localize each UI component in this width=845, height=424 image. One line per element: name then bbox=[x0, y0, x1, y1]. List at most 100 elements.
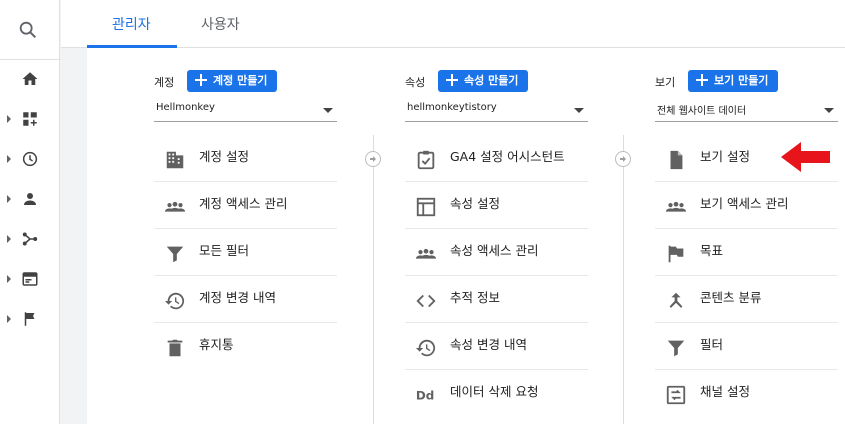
plus-icon bbox=[195, 74, 207, 86]
trash-icon bbox=[167, 339, 183, 357]
tab-admin[interactable]: 관리자 bbox=[112, 14, 151, 34]
sidebar-item-behavior[interactable] bbox=[0, 265, 60, 295]
tab-bar: 관리자 사용자 bbox=[61, 0, 845, 48]
menu-item-label: GA4 설정 어시스턴트 bbox=[450, 149, 565, 164]
account-column-header: 계정 계정 만들기 bbox=[154, 70, 354, 92]
merge-icon bbox=[669, 292, 683, 308]
people-icon bbox=[415, 248, 437, 259]
search-icon[interactable] bbox=[17, 19, 39, 41]
menu-item-label: 추적 정보 bbox=[450, 290, 500, 305]
sidebar-item-customization[interactable] bbox=[0, 105, 60, 135]
plus-icon bbox=[446, 74, 458, 86]
history-icon bbox=[415, 339, 436, 357]
sidebar-item-realtime[interactable] bbox=[0, 145, 60, 175]
plus-icon bbox=[696, 74, 708, 86]
share-icon bbox=[22, 232, 38, 246]
menu-item-label: 계정 액세스 관리 bbox=[199, 196, 288, 211]
property-column-header: 속성 속성 만들기 bbox=[405, 70, 605, 92]
property-column-label: 속성 bbox=[405, 76, 426, 89]
main-area: 관리자 사용자 계정 계정 만들기 Hellmonkey 계정 설정 계정 액세… bbox=[61, 0, 845, 424]
home-icon bbox=[22, 72, 38, 85]
layout-icon bbox=[416, 197, 436, 217]
chevron-down-icon bbox=[824, 108, 834, 113]
history-icon bbox=[164, 292, 185, 310]
menu-item-property-change-history[interactable]: 속성 변경 내역 bbox=[405, 323, 588, 370]
menu-item-tracking-info[interactable]: 추적 정보 bbox=[405, 276, 588, 323]
menu-item-label: 휴지통 bbox=[199, 337, 234, 352]
arrow-right-icon bbox=[620, 156, 626, 162]
sidebar-divider bbox=[0, 59, 60, 60]
view-selector[interactable]: 전체 웹사이트 데이터 bbox=[655, 100, 838, 122]
people-icon bbox=[665, 201, 687, 212]
menu-item-label: 모든 필터 bbox=[199, 243, 249, 258]
chevron-down-icon bbox=[574, 108, 584, 113]
menu-item-trash[interactable]: 휴지통 bbox=[154, 323, 337, 370]
dd-icon: Dd bbox=[416, 389, 434, 403]
menu-item-label: 목표 bbox=[700, 243, 724, 258]
code-icon bbox=[416, 294, 436, 308]
menu-item-goals[interactable]: 목표 bbox=[655, 229, 838, 276]
menu-item-label: 계정 설정 bbox=[199, 149, 249, 164]
menu-item-channel-settings[interactable]: 채널 설정 bbox=[655, 370, 838, 417]
create-account-button[interactable]: 계정 만들기 bbox=[187, 70, 278, 92]
menu-item-view-access[interactable]: 보기 액세스 관리 bbox=[655, 182, 838, 229]
menu-item-label: 속성 변경 내역 bbox=[450, 337, 527, 352]
view-column-label: 보기 bbox=[655, 76, 676, 89]
menu-item-content-grouping[interactable]: 콘텐츠 분류 bbox=[655, 276, 838, 323]
dashboard-add-icon bbox=[23, 112, 37, 126]
create-property-label: 속성 만들기 bbox=[464, 74, 519, 87]
create-account-label: 계정 만들기 bbox=[213, 74, 268, 87]
menu-item-label: 채널 설정 bbox=[700, 384, 750, 399]
menu-item-filters[interactable]: 필터 bbox=[655, 323, 838, 370]
menu-item-label: 보기 액세스 관리 bbox=[700, 196, 789, 211]
menu-item-label: 계정 변경 내역 bbox=[199, 290, 276, 305]
left-nav bbox=[0, 0, 60, 424]
menu-item-data-deletion-requests[interactable]: Dd 데이터 삭제 요청 bbox=[405, 370, 588, 417]
channel-icon bbox=[666, 385, 686, 405]
column-arrow-circle bbox=[365, 151, 381, 167]
person-icon bbox=[24, 193, 36, 205]
menu-item-account-change-history[interactable]: 계정 변경 내역 bbox=[154, 276, 337, 323]
filter-icon bbox=[667, 340, 685, 357]
menu-item-ga4-setup-assistant[interactable]: GA4 설정 어시스턴트 bbox=[405, 135, 588, 182]
sidebar-item-home[interactable] bbox=[0, 65, 60, 95]
column-arrow-circle bbox=[615, 151, 631, 167]
clock-icon bbox=[22, 151, 38, 167]
menu-item-account-access[interactable]: 계정 액세스 관리 bbox=[154, 182, 337, 229]
menu-item-account-settings[interactable]: 계정 설정 bbox=[154, 135, 337, 182]
menu-item-all-filters[interactable]: 모든 필터 bbox=[154, 229, 337, 276]
account-column: 계정 계정 만들기 Hellmonkey 계정 설정 계정 액세스 관리 모든 … bbox=[154, 48, 354, 424]
file-icon bbox=[670, 150, 683, 170]
sidebar-item-audience[interactable] bbox=[0, 185, 60, 215]
sidebar-item-acquisition[interactable] bbox=[0, 225, 60, 255]
people-icon bbox=[164, 201, 186, 212]
sidebar-item-conversions[interactable] bbox=[0, 305, 60, 335]
column-divider bbox=[373, 135, 374, 424]
menu-item-label: 필터 bbox=[700, 337, 724, 352]
property-column: 속성 속성 만들기 hellmonkeytistory GA4 설정 어시스턴트… bbox=[405, 48, 605, 424]
flag-icon bbox=[24, 312, 35, 326]
building-icon bbox=[166, 151, 184, 169]
menu-item-property-settings[interactable]: 속성 설정 bbox=[405, 182, 588, 229]
menu-item-property-access[interactable]: 속성 액세스 관리 bbox=[405, 229, 588, 276]
annotation-arrow-icon bbox=[781, 142, 830, 172]
flag-icon bbox=[668, 245, 684, 263]
arrow-right-icon bbox=[370, 156, 376, 162]
create-view-button[interactable]: 보기 만들기 bbox=[688, 70, 779, 92]
admin-panel: 계정 계정 만들기 Hellmonkey 계정 설정 계정 액세스 관리 모든 … bbox=[87, 48, 845, 424]
account-selector[interactable]: Hellmonkey bbox=[154, 100, 337, 122]
property-selector[interactable]: hellmonkeytistory bbox=[405, 100, 588, 122]
filter-icon bbox=[166, 246, 184, 263]
view-column: 보기 보기 만들기 전체 웹사이트 데이터 보기 설정 보기 액세스 관리 목표… bbox=[655, 48, 845, 424]
tab-user[interactable]: 사용자 bbox=[201, 14, 240, 34]
view-selector-value: 전체 웹사이트 데이터 bbox=[657, 106, 747, 117]
menu-item-label: 속성 설정 bbox=[450, 196, 500, 211]
checklist-icon bbox=[417, 150, 435, 170]
svg-text:Dd: Dd bbox=[416, 389, 434, 403]
account-column-label: 계정 bbox=[154, 76, 175, 89]
property-selector-value: hellmonkeytistory bbox=[407, 102, 497, 113]
account-selector-value: Hellmonkey bbox=[156, 102, 215, 113]
menu-item-label: 데이터 삭제 요청 bbox=[450, 384, 539, 399]
create-property-button[interactable]: 속성 만들기 bbox=[438, 70, 529, 92]
view-column-header: 보기 보기 만들기 bbox=[655, 70, 845, 92]
